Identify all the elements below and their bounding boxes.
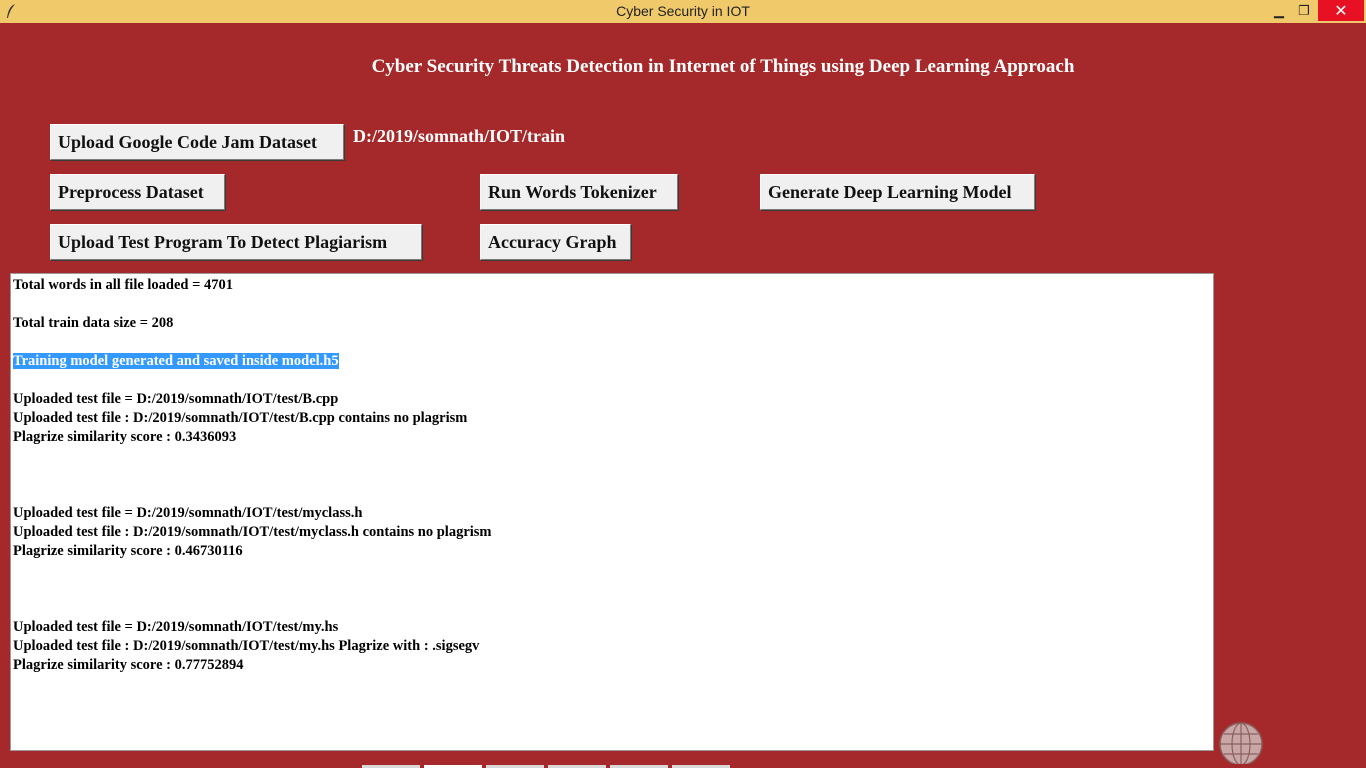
output-line-text: Total train data size = 208 xyxy=(13,315,174,331)
window-title: Cyber Security in IOT xyxy=(616,3,750,19)
output-text-area[interactable]: Total words in all file loaded = 4701 Tot… xyxy=(10,273,1214,751)
output-line-text: Plagrize similarity score : 0.3436093 xyxy=(13,429,237,445)
output-line: Plagrize similarity score : 0.77752894 xyxy=(13,656,1211,675)
output-line-text: Plagrize similarity score : 0.46730116 xyxy=(13,543,243,559)
preprocess-dataset-button[interactable]: Preprocess Dataset xyxy=(50,174,225,210)
output-line: Uploaded test file = D:/2019/somnath/IOT… xyxy=(13,390,1211,409)
restore-button[interactable]: ❐ xyxy=(1290,0,1318,21)
title-bar[interactable]: Cyber Security in IOT ▁ ❐ ✕ xyxy=(0,0,1366,23)
output-line: Plagrize similarity score : 0.46730116 xyxy=(13,542,1211,561)
accuracy-graph-button[interactable]: Accuracy Graph xyxy=(480,224,631,260)
output-line-text: Uploaded test file : D:/2019/somnath/IOT… xyxy=(13,410,468,426)
generate-model-button[interactable]: Generate Deep Learning Model xyxy=(760,174,1035,210)
output-line: Uploaded test file = D:/2019/somnath/IOT… xyxy=(13,618,1211,637)
run-tokenizer-button[interactable]: Run Words Tokenizer xyxy=(480,174,678,210)
close-button[interactable]: ✕ xyxy=(1318,0,1364,21)
output-line: Total words in all file loaded = 4701 xyxy=(13,276,1211,295)
output-line-text: Plagrize similarity score : 0.77752894 xyxy=(13,657,244,673)
output-line-text: Uploaded test file = D:/2019/somnath/IOT… xyxy=(13,505,363,521)
output-line: Plagrize similarity score : 0.3436093 xyxy=(13,428,1211,447)
dataset-path-label: D:/2019/somnath/IOT/train xyxy=(353,126,566,146)
output-line: Uploaded test file : D:/2019/somnath/IOT… xyxy=(13,637,1211,656)
output-line: Total train data size = 208 xyxy=(13,314,1211,333)
minimize-button[interactable]: ▁ xyxy=(1265,0,1293,21)
output-line-text: Uploaded test file : D:/2019/somnath/IOT… xyxy=(13,638,480,654)
output-line: Uploaded test file : D:/2019/somnath/IOT… xyxy=(13,409,1211,428)
output-line-text: Uploaded test file = D:/2019/somnath/IOT… xyxy=(13,391,339,407)
upload-dataset-button[interactable]: Upload Google Code Jam Dataset xyxy=(50,124,344,160)
globe-icon xyxy=(1219,722,1263,766)
output-line-text: Training model generated and saved insid… xyxy=(13,353,339,369)
output-line: Uploaded test file : D:/2019/somnath/IOT… xyxy=(13,523,1211,542)
output-line-text: Total words in all file loaded = 4701 xyxy=(13,277,234,293)
page-title: Cyber Security Threats Detection in Inte… xyxy=(371,56,1075,77)
output-line: Training model generated and saved insid… xyxy=(13,352,1211,371)
upload-test-program-button[interactable]: Upload Test Program To Detect Plagiarism xyxy=(50,224,422,260)
output-line-text: Uploaded test file = D:/2019/somnath/IOT… xyxy=(13,619,339,635)
output-line-text: Uploaded test file : D:/2019/somnath/IOT… xyxy=(13,524,492,540)
output-line: Uploaded test file = D:/2019/somnath/IOT… xyxy=(13,504,1211,523)
